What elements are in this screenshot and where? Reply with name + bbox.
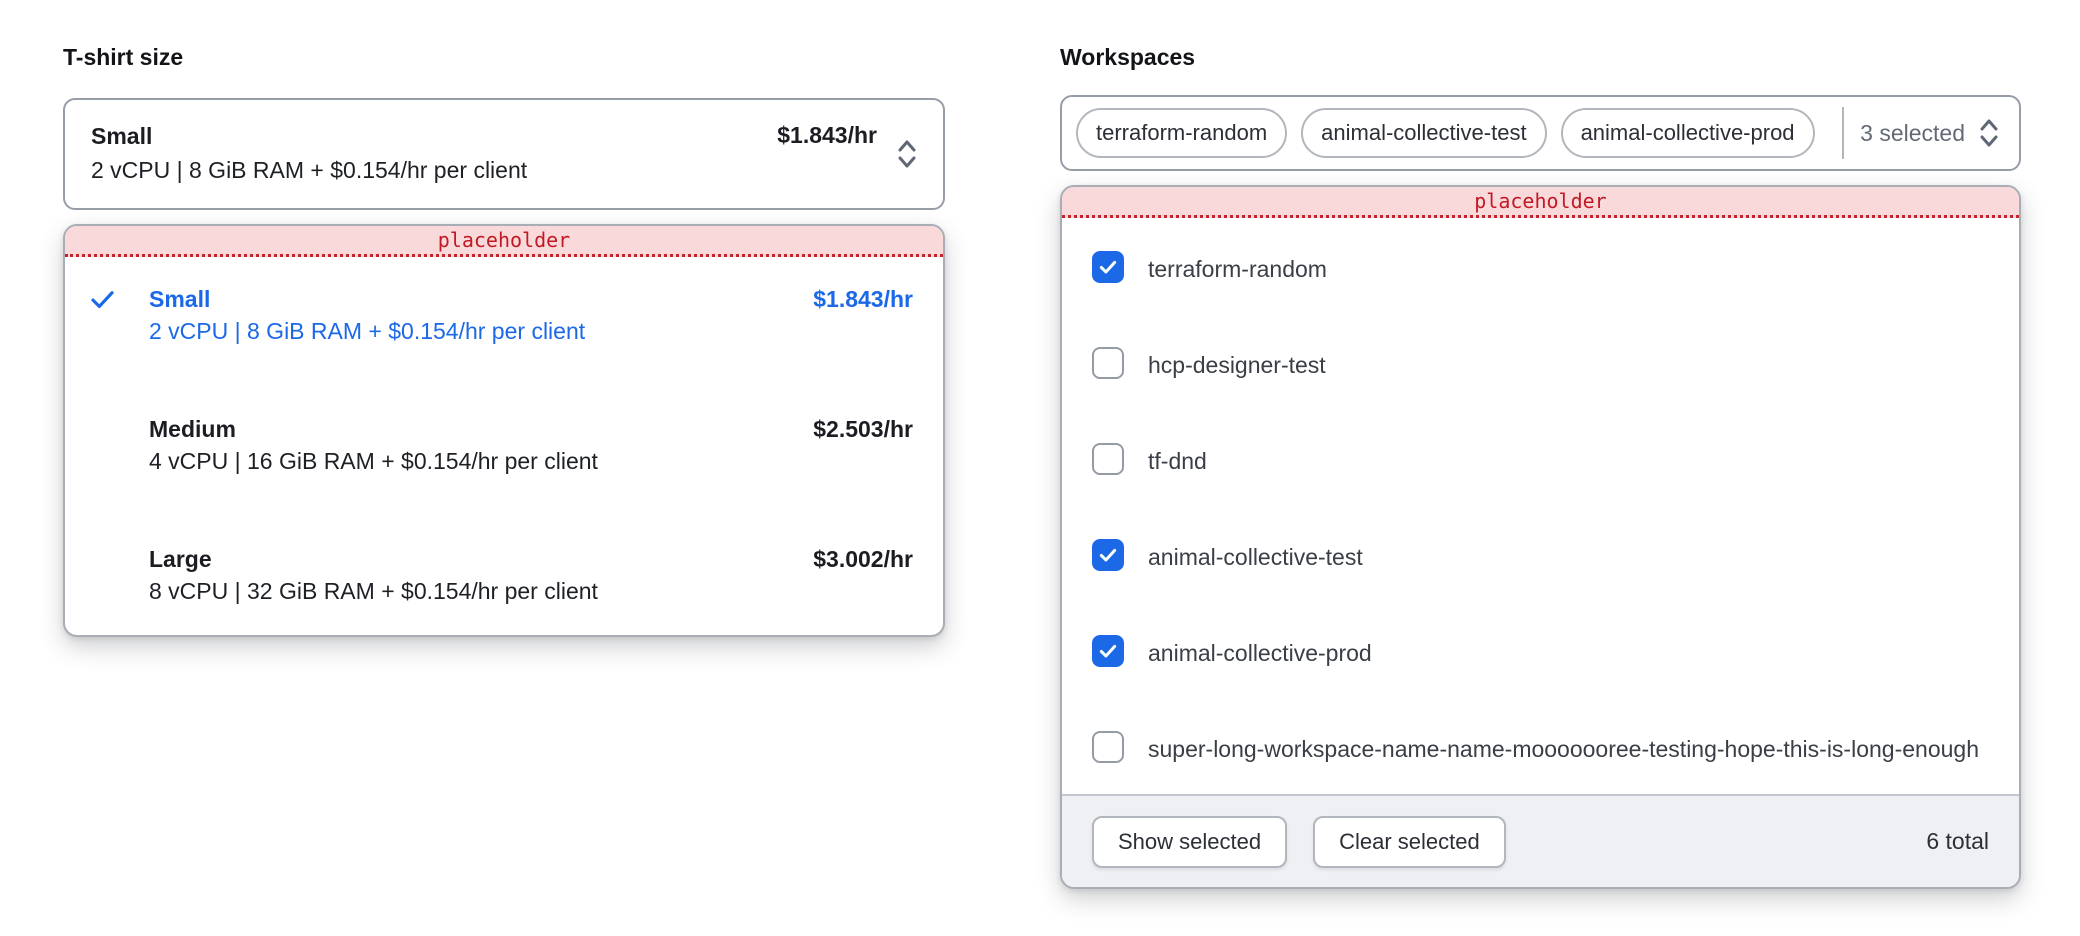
workspace-checkbox[interactable]: [1092, 251, 1124, 283]
selected-size-title: Small: [91, 120, 759, 153]
size-option[interactable]: Small 2 vCPU | 8 GiB RAM + $0.154/hr per…: [65, 283, 943, 347]
size-option[interactable]: Large 8 vCPU | 32 GiB RAM + $0.154/hr pe…: [65, 543, 943, 607]
size-option-text: Large 8 vCPU | 32 GiB RAM + $0.154/hr pe…: [149, 543, 913, 607]
size-option-detail: 4 vCPU | 16 GiB RAM + $0.154/hr per clie…: [149, 445, 913, 477]
check-icon: [89, 286, 116, 313]
workspaces-select-trigger[interactable]: terraform-random animal-collective-test an…: [1060, 95, 2021, 171]
size-option-title: Large: [149, 543, 913, 575]
tshirt-size-dropdown-panel: placeholder Small 2 vCPU | 8 GiB RAM + $…: [63, 224, 945, 637]
workspace-checkbox[interactable]: [1092, 539, 1124, 571]
workspace-pill: animal-collective-test: [1301, 108, 1546, 158]
workspace-option[interactable]: animal-collective-prod: [1062, 618, 2019, 688]
workspace-option[interactable]: hcp-designer-test: [1062, 330, 2019, 400]
size-option-title: Small: [149, 283, 913, 315]
size-option-text: Medium 4 vCPU | 16 GiB RAM + $0.154/hr p…: [149, 413, 913, 477]
workspace-option-label: super-long-workspace-name-name-moooooore…: [1148, 729, 1979, 769]
size-option-detail: 8 vCPU | 32 GiB RAM + $0.154/hr per clie…: [149, 575, 913, 607]
size-option-price: $3.002/hr: [813, 543, 913, 575]
workspace-option[interactable]: super-long-workspace-name-name-moooooore…: [1062, 714, 2019, 784]
workspace-option-label: terraform-random: [1148, 249, 1327, 289]
tshirt-size-select-trigger[interactable]: Small 2 vCPU | 8 GiB RAM + $0.154/hr per…: [63, 98, 945, 210]
workspace-option[interactable]: terraform-random: [1062, 234, 2019, 304]
check-icon: [1098, 641, 1118, 661]
selected-size-price: $1.843/hr: [777, 122, 877, 149]
chevron-up-down-icon: [895, 137, 919, 171]
size-option-text: Small 2 vCPU | 8 GiB RAM + $0.154/hr per…: [149, 283, 913, 347]
workspaces-section: Workspaces terraform-random animal-collec…: [1060, 0, 2021, 889]
check-icon: [1098, 545, 1118, 565]
chevron-up-down-icon: [1977, 116, 2001, 150]
selected-size-detail: 2 vCPU | 8 GiB RAM + $0.154/hr per clien…: [91, 153, 759, 188]
workspace-option-label: tf-dnd: [1148, 441, 1207, 481]
workspace-option-list: terraform-random hcp-designer-test tf-dn…: [1062, 218, 2019, 794]
placeholder-banner: placeholder: [1062, 187, 2019, 218]
selected-workspace-pills: terraform-random animal-collective-test an…: [1076, 107, 1844, 159]
check-icon: [1098, 257, 1118, 277]
workspace-option-label: animal-collective-prod: [1148, 633, 1372, 673]
show-selected-button[interactable]: Show selected: [1092, 816, 1287, 868]
size-option-detail: 2 vCPU | 8 GiB RAM + $0.154/hr per clien…: [149, 315, 913, 347]
tshirt-size-section: T-shirt size Small 2 vCPU | 8 GiB RAM + …: [63, 0, 945, 637]
clear-selected-button[interactable]: Clear selected: [1313, 816, 1506, 868]
workspace-pill: terraform-random: [1076, 108, 1287, 158]
selected-count-label: 3 selected: [1860, 120, 1965, 147]
workspace-option-label: animal-collective-test: [1148, 537, 1363, 577]
selected-size-text: Small 2 vCPU | 8 GiB RAM + $0.154/hr per…: [91, 120, 759, 188]
workspace-checkbox[interactable]: [1092, 443, 1124, 475]
size-option-price: $2.503/hr: [813, 413, 913, 445]
workspace-pill: animal-collective-prod: [1561, 108, 1815, 158]
placeholder-banner: placeholder: [65, 226, 943, 257]
workspace-option-label: hcp-designer-test: [1148, 345, 1326, 385]
workspace-option[interactable]: tf-dnd: [1062, 426, 2019, 496]
size-option-title: Medium: [149, 413, 913, 445]
placeholder-banner-text: placeholder: [1474, 189, 1606, 213]
size-option[interactable]: Medium 4 vCPU | 16 GiB RAM + $0.154/hr p…: [65, 413, 943, 477]
workspace-checkbox[interactable]: [1092, 635, 1124, 667]
tshirt-size-label: T-shirt size: [63, 44, 945, 71]
workspace-option[interactable]: animal-collective-test: [1062, 522, 2019, 592]
size-option-list: Small 2 vCPU | 8 GiB RAM + $0.154/hr per…: [65, 257, 943, 635]
total-count-label: 6 total: [1926, 828, 1989, 855]
size-option-price: $1.843/hr: [813, 283, 913, 315]
placeholder-banner-text: placeholder: [438, 228, 570, 252]
workspace-checkbox[interactable]: [1092, 347, 1124, 379]
page: T-shirt size Small 2 vCPU | 8 GiB RAM + …: [0, 0, 2080, 936]
workspaces-dropdown-panel: placeholder terraform-random hcp-designe…: [1060, 185, 2021, 889]
workspaces-footer: Show selected Clear selected 6 total: [1062, 794, 2019, 887]
workspaces-label: Workspaces: [1060, 44, 2021, 71]
workspace-checkbox[interactable]: [1092, 731, 1124, 763]
